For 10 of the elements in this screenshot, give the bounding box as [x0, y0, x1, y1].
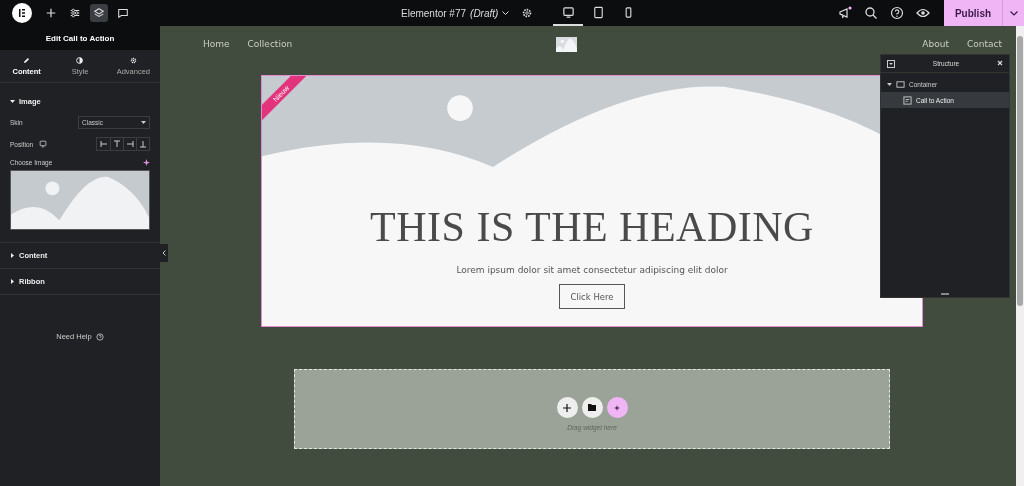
nav-link[interactable]: About: [922, 39, 949, 49]
publish-button[interactable]: Publish: [944, 0, 1002, 26]
nav-link[interactable]: Home: [203, 39, 230, 49]
nav-link[interactable]: Collection: [247, 39, 293, 49]
description: Lorem ipsum dolor sit amet consectetur adipiscing elit dolor: [456, 265, 728, 275]
document-title[interactable]: Elementor #77 (Draft): [393, 7, 518, 19]
nav-link[interactable]: Contact: [966, 39, 1002, 49]
cta-button[interactable]: Click Here: [559, 284, 625, 309]
panel-title: Edit Call to Action: [45, 33, 115, 43]
heading: THIS IS THE HEADING: [370, 203, 814, 251]
